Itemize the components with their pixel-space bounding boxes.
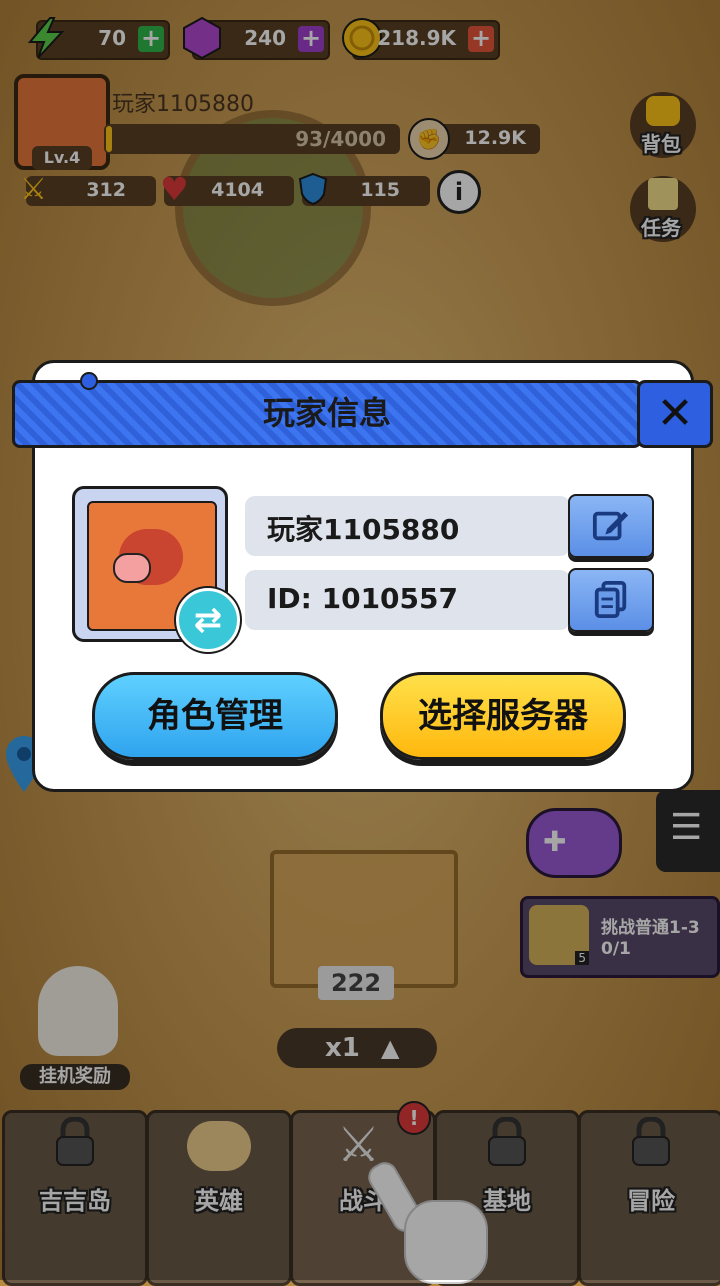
copy-icon [594,580,627,618]
player-name-value: 玩家1105880 [267,513,460,546]
dialog-title: 玩家信息 [262,394,391,432]
player-name-field: 玩家1105880 [245,496,570,556]
edit-name-button[interactable] [568,494,654,558]
close-button[interactable]: ✕ [637,380,713,448]
pig-snout [113,553,151,583]
player-id-value: ID: 1010557 [267,582,458,615]
player-id-field: ID: 1010557 [245,570,570,630]
role-management-button[interactable]: 角色管理 [92,672,338,760]
copy-id-button[interactable] [568,568,654,632]
edit-icon [592,511,629,541]
close-icon: ✕ [656,388,694,439]
swap-avatar-button[interactable]: ⇄ [176,588,240,652]
select-server-button[interactable]: 选择服务器 [380,672,626,760]
swap-icon: ⇄ [193,600,223,640]
